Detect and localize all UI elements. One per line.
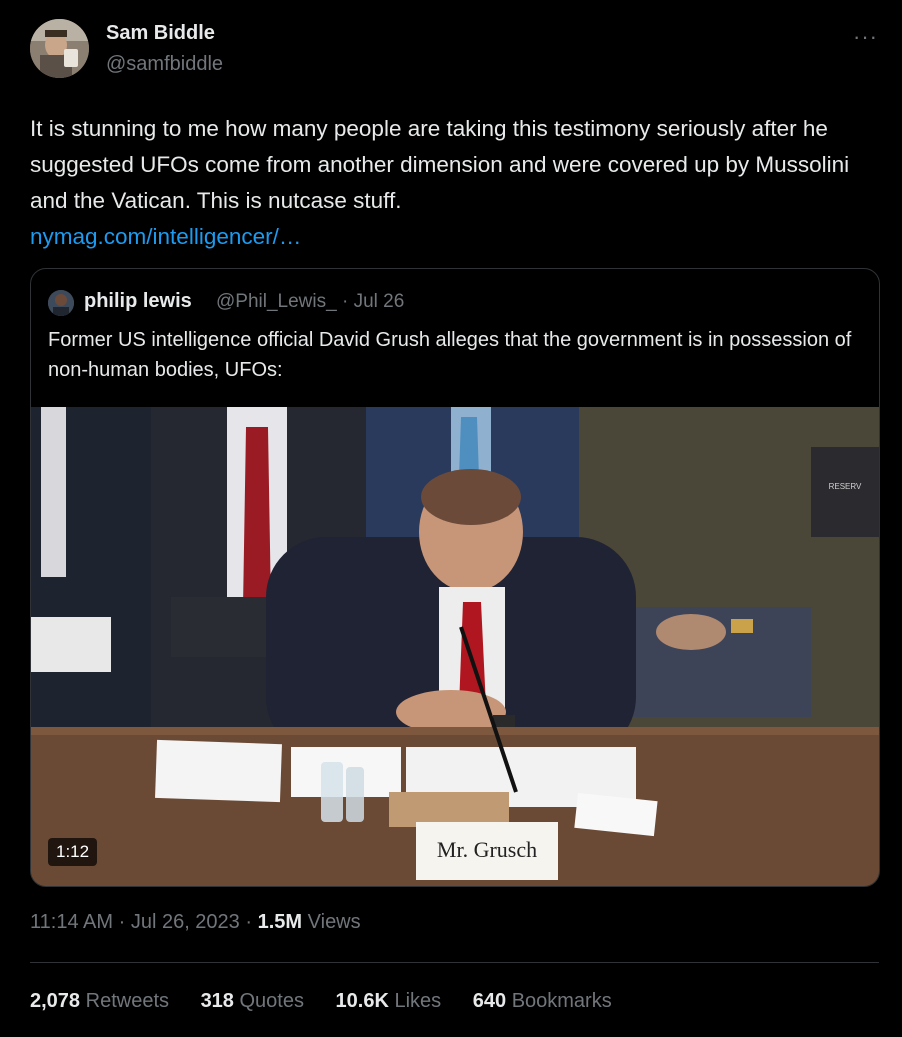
author-name[interactable]: Sam Biddle <box>106 22 215 45</box>
likes-count: 10.6K <box>335 990 389 1012</box>
views-count: 1.5M <box>257 911 303 933</box>
quotes-stat[interactable]: 318 Quotes <box>201 990 304 1012</box>
author-avatar[interactable] <box>30 19 89 78</box>
bookmarks-count: 640 <box>472 990 507 1012</box>
quoted-author-avatar[interactable] <box>48 290 74 316</box>
bookmarks-label: Bookmarks <box>511 990 612 1012</box>
video-player[interactable]: RESERV Mr. Grusch 1:12 <box>31 407 879 886</box>
likes-label: Likes <box>394 990 442 1012</box>
tweet-time[interactable]: 11:14 AM <box>30 911 113 933</box>
video-frame: RESERV Mr. Grusch <box>31 407 879 886</box>
tweet-link[interactable]: nymag.com/intelligencer/… <box>30 219 880 255</box>
separator: · <box>245 911 253 933</box>
retweets-count: 2,078 <box>30 990 81 1012</box>
quoted-tweet[interactable]: philip lewis @Phil_Lewis_ · Jul 26 Forme… <box>30 268 880 887</box>
retweets-label: Retweets <box>85 990 169 1012</box>
quoted-author-name[interactable]: philip lewis <box>84 290 192 313</box>
tweet-timestamp: 11:14 AM · Jul 26, 2023 · 1.5M Views <box>30 911 361 934</box>
divider <box>30 962 879 963</box>
tweet-date[interactable]: Jul 26, 2023 <box>131 911 240 933</box>
quoted-tweet-date[interactable]: · Jul 26 <box>342 291 404 312</box>
tweet-text: It is stunning to me how many people are… <box>30 111 880 255</box>
likes-stat[interactable]: 10.6K Likes <box>336 990 442 1012</box>
separator: · <box>118 911 126 933</box>
quotes-count: 318 <box>200 990 234 1012</box>
nameplate: Mr. Grusch <box>437 837 537 862</box>
video-duration: 1:12 <box>48 838 98 866</box>
retweets-stat[interactable]: 2,078 Retweets <box>30 990 169 1012</box>
author-handle[interactable]: @samfbiddle <box>106 53 223 76</box>
tweet-body: It is stunning to me how many people are… <box>30 116 850 213</box>
quotes-label: Quotes <box>239 990 304 1012</box>
reserved-sign: RESERV <box>829 482 862 491</box>
quoted-author-meta: @Phil_Lewis_ · Jul 26 <box>216 291 404 313</box>
engagement-stats: 2,078 Retweets 318 Quotes 10.6K Likes 64… <box>30 990 638 1013</box>
views-label: Views <box>307 911 361 933</box>
bookmarks-stat[interactable]: 640 Bookmarks <box>473 990 612 1012</box>
quoted-author-handle[interactable]: @Phil_Lewis_ <box>216 291 337 312</box>
more-horizontal-icon[interactable]: ··· <box>853 24 878 50</box>
quoted-tweet-text: Former US intelligence official David Gr… <box>48 329 852 381</box>
